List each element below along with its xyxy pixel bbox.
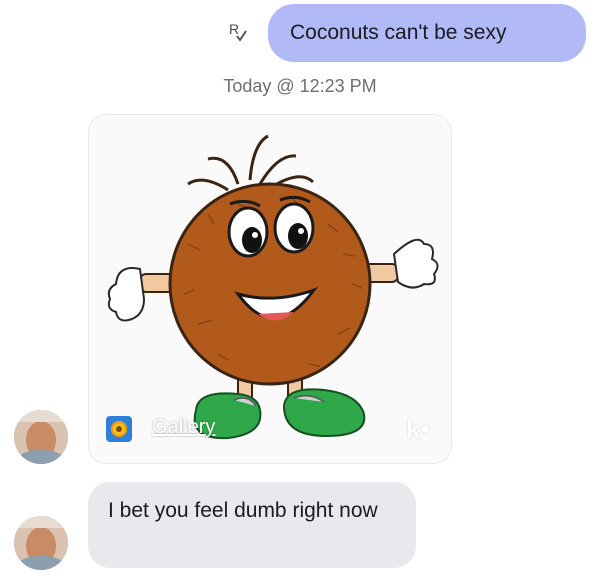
message-timestamp: Today @ 12:23 PM xyxy=(223,76,377,96)
gallery-link[interactable]: Gallery xyxy=(152,416,215,439)
incoming-message-text: I bet you feel dumb right now xyxy=(108,499,378,522)
cartoon-coconut-icon xyxy=(107,134,439,440)
avatar-photo-icon xyxy=(14,410,68,464)
incoming-message-bubble[interactable]: I bet you feel dumb right now xyxy=(88,482,416,568)
shared-image-card[interactable]: Gallery k• xyxy=(88,114,452,464)
outgoing-message-text: Coconuts can't be sexy xyxy=(290,21,507,44)
avatar-photo-icon xyxy=(14,516,68,570)
outgoing-message-bubble[interactable]: Coconuts can't be sexy xyxy=(268,4,586,62)
contact-avatar[interactable] xyxy=(14,410,68,464)
sunflower-gallery-icon xyxy=(106,416,132,442)
kik-logo-icon: k• xyxy=(406,414,430,444)
read-receipt-icon: R xyxy=(226,20,252,46)
contact-avatar[interactable] xyxy=(14,516,68,570)
svg-text:R: R xyxy=(229,21,239,37)
